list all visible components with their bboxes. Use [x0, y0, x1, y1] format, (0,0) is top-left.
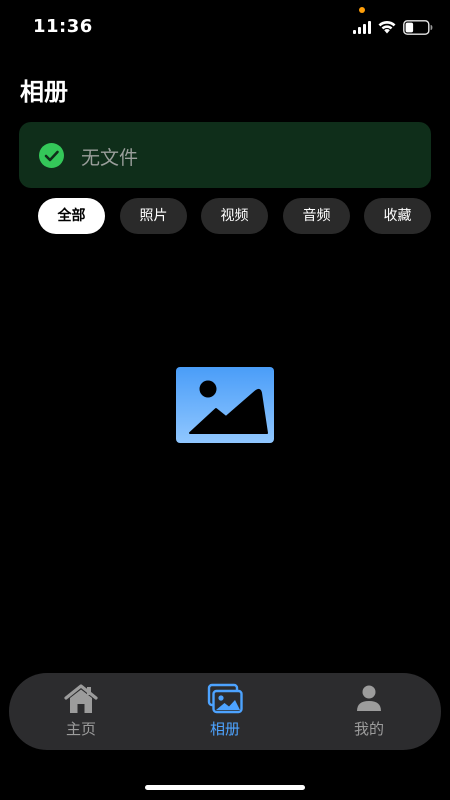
filter-chip-favorites[interactable]: 收藏	[364, 198, 431, 234]
tab-home-label: 主页	[65, 720, 96, 738]
tab-album[interactable]: 相册	[165, 673, 285, 750]
status-time: 11:36	[33, 16, 93, 37]
profile-icon	[357, 685, 381, 711]
page-title: 相册	[20, 78, 68, 106]
wifi-icon	[378, 20, 396, 34]
photo-placeholder-icon	[176, 367, 274, 443]
banner-message: 无文件	[81, 147, 139, 169]
tab-home[interactable]: 主页	[21, 673, 141, 750]
home-indicator	[145, 785, 305, 790]
filter-chip-audio[interactable]: 音频	[283, 198, 350, 234]
bottom-tab-bar: 主页 相册 我的	[9, 673, 441, 750]
tab-profile-label: 我的	[353, 720, 384, 738]
status-banner: 无文件	[19, 122, 431, 188]
album-icon	[207, 683, 243, 714]
privacy-indicator-dot	[359, 7, 365, 13]
filter-chip-photos[interactable]: 照片	[120, 198, 187, 234]
tab-profile[interactable]: 我的	[309, 673, 429, 750]
filter-chip-bar: 全部 照片 视频 音频 收藏	[38, 198, 450, 234]
tab-album-label: 相册	[209, 720, 240, 738]
battery-icon	[403, 20, 433, 35]
status-bar: 11:36	[0, 0, 450, 54]
cellular-signal-icon	[353, 21, 373, 34]
filter-chip-videos[interactable]: 视频	[201, 198, 268, 234]
filter-chip-all[interactable]: 全部	[38, 198, 105, 234]
home-icon	[64, 684, 98, 713]
checkmark-circle-icon	[39, 143, 64, 168]
